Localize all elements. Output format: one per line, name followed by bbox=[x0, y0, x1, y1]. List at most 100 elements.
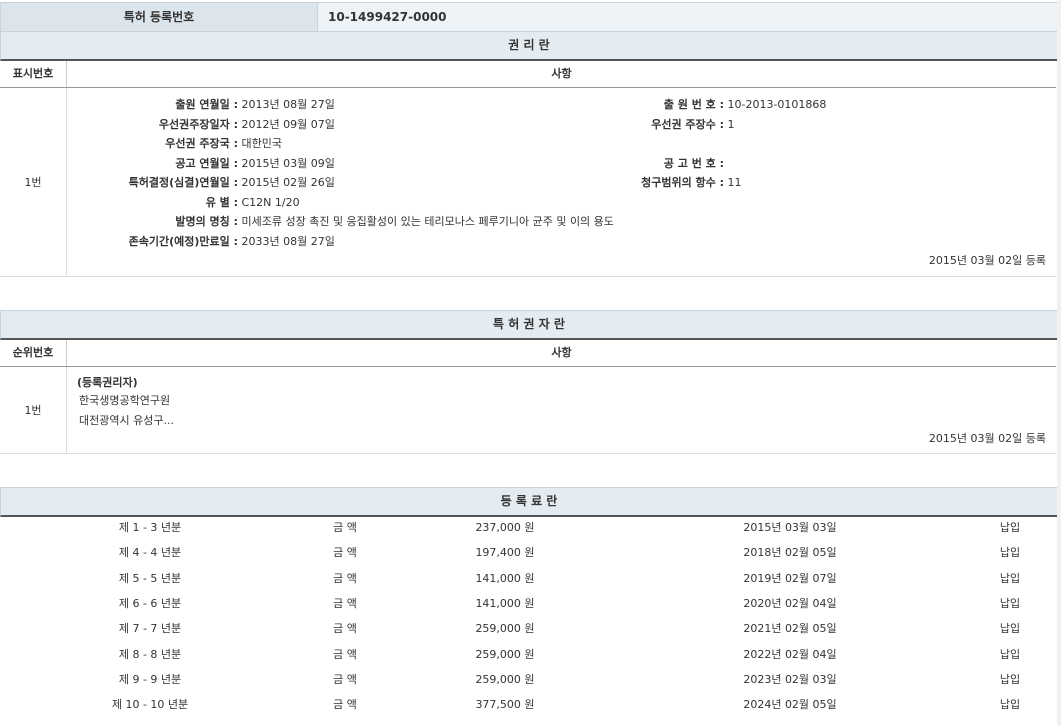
field-value: 2033년 08월 27일 bbox=[238, 235, 335, 248]
registration-number-label: 특허 등록번호 bbox=[1, 3, 318, 31]
rights-field: 청구범위의 항수 : 11 bbox=[564, 174, 742, 190]
holders-col-item: 사항 bbox=[67, 340, 1056, 366]
rights-field: 우선권 주장국 : 대한민국 bbox=[66, 135, 282, 151]
fee-term: 제 7 - 7 년분 bbox=[60, 616, 240, 641]
holder-role: (등록권리자) bbox=[77, 374, 138, 390]
fee-date: 2020년 02월 04일 bbox=[700, 591, 880, 616]
field-value: C12N 1/20 bbox=[238, 196, 300, 209]
holders-col-number: 순위번호 bbox=[0, 340, 67, 366]
fee-amount-label: 금 액 bbox=[300, 515, 390, 540]
rights-field: 특허결정(심결)연월일 : 2015년 02월 26일 bbox=[66, 174, 335, 190]
rights-field: 존속기간(예정)만료일 : 2033년 08월 27일 bbox=[66, 233, 335, 249]
fee-row: 제 5 - 5 년분금 액141,000 원2019년 02월 07일납입 bbox=[0, 566, 1056, 591]
field-label: 우선권주장일자 : bbox=[66, 116, 238, 132]
fee-row: 제 8 - 8 년분금 액259,000 원2022년 02월 04일납입 bbox=[0, 642, 1056, 667]
fee-date: 2024년 02월 05일 bbox=[700, 692, 880, 717]
fee-amount-label: 금 액 bbox=[300, 692, 390, 717]
rights-field: 공 고 번 호 : bbox=[564, 155, 724, 171]
holder-address: 대전광역시 유성구... bbox=[79, 412, 174, 428]
fee-date: 2019년 02월 07일 bbox=[700, 566, 880, 591]
fee-amount-label: 금 액 bbox=[300, 642, 390, 667]
field-label: 출원 연월일 : bbox=[66, 96, 238, 112]
fee-term: 제 5 - 5 년분 bbox=[60, 566, 240, 591]
rights-row: 1번 2015년 03월 02일 등록 출원 연월일 : 2013년 08월 2… bbox=[0, 88, 1056, 277]
field-value: 1 bbox=[724, 118, 735, 131]
field-value: 2015년 02월 26일 bbox=[238, 176, 335, 189]
field-label: 청구범위의 항수 : bbox=[564, 174, 724, 190]
fee-status: 납입 bbox=[960, 515, 1060, 540]
registration-number-bar: 특허 등록번호 10-1499427-0000 bbox=[0, 2, 1058, 32]
fee-amount: 259,000 원 bbox=[440, 642, 570, 667]
fee-term: 제 4 - 4 년분 bbox=[60, 540, 240, 565]
fee-amount-label: 금 액 bbox=[300, 616, 390, 641]
fee-row: 제 7 - 7 년분금 액259,000 원2021년 02월 05일납입 bbox=[0, 616, 1056, 641]
field-label: 우선권 주장수 : bbox=[564, 116, 724, 132]
holder-name: 한국생명공학연구원 bbox=[79, 392, 170, 408]
rights-field: 공고 연월일 : 2015년 03월 09일 bbox=[66, 155, 335, 171]
field-value: 미세조류 성장 촉진 및 응집활성이 있는 테리모나스 페루기니아 균주 및 이… bbox=[238, 215, 614, 228]
fee-term: 제 1 - 3 년분 bbox=[60, 515, 240, 540]
fee-status: 납입 bbox=[960, 642, 1060, 667]
fee-status: 납입 bbox=[960, 591, 1060, 616]
fee-row: 제 1 - 3 년분금 액237,000 원2015년 03월 03일납입 bbox=[0, 515, 1056, 540]
fee-status: 납입 bbox=[960, 540, 1060, 565]
fee-status: 납입 bbox=[960, 566, 1060, 591]
field-label: 유 별 : bbox=[66, 194, 238, 210]
fee-status: 납입 bbox=[960, 667, 1060, 692]
field-value: 10-2013-0101868 bbox=[724, 98, 826, 111]
rights-field: 출원 연월일 : 2013년 08월 27일 bbox=[66, 96, 335, 112]
rights-field: 발명의 명칭 : 미세조류 성장 촉진 및 응집활성이 있는 테리모나스 페루기… bbox=[66, 213, 614, 229]
field-label: 존속기간(예정)만료일 : bbox=[66, 233, 238, 249]
fee-row: 제 4 - 4 년분금 액197,400 원2018년 02월 05일납입 bbox=[0, 540, 1056, 565]
fee-row: 제 10 - 10 년분금 액377,500 원2024년 02월 05일납입 bbox=[0, 692, 1056, 717]
holders-column-header: 순위번호 사항 bbox=[0, 340, 1056, 367]
fee-term: 제 8 - 8 년분 bbox=[60, 642, 240, 667]
field-label: 출 원 번 호 : bbox=[564, 96, 724, 112]
fee-date: 2015년 03월 03일 bbox=[700, 515, 880, 540]
field-value: 2015년 03월 09일 bbox=[238, 157, 335, 170]
field-value: 11 bbox=[724, 176, 742, 189]
fee-amount-label: 금 액 bbox=[300, 566, 390, 591]
holders-row-number: 1번 bbox=[0, 367, 67, 453]
fee-status: 납입 bbox=[960, 692, 1060, 717]
rights-col-item: 사항 bbox=[67, 61, 1056, 87]
fee-amount: 259,000 원 bbox=[440, 667, 570, 692]
fee-amount: 141,000 원 bbox=[440, 566, 570, 591]
scrollbar[interactable] bbox=[1057, 0, 1061, 726]
rights-field: 우선권 주장수 : 1 bbox=[564, 116, 735, 132]
fee-date: 2023년 02월 03일 bbox=[700, 667, 880, 692]
field-label: 발명의 명칭 : bbox=[66, 213, 238, 229]
registration-number-value: 10-1499427-0000 bbox=[328, 3, 447, 31]
holders-registration-date: 2015년 03월 02일 등록 bbox=[929, 430, 1046, 446]
fee-amount: 377,500 원 bbox=[440, 692, 570, 717]
fee-date: 2018년 02월 05일 bbox=[700, 540, 880, 565]
field-label: 공 고 번 호 : bbox=[564, 155, 724, 171]
field-label: 우선권 주장국 : bbox=[66, 135, 238, 151]
fee-amount: 141,000 원 bbox=[440, 591, 570, 616]
holders-row: 1번 (등록권리자) 한국생명공학연구원 대전광역시 유성구... 2015년 … bbox=[0, 367, 1056, 454]
rights-field: 우선권주장일자 : 2012년 09월 07일 bbox=[66, 116, 335, 132]
fee-date: 2021년 02월 05일 bbox=[700, 616, 880, 641]
rights-col-number: 표시번호 bbox=[0, 61, 67, 87]
rights-registration-date: 2015년 03월 02일 등록 bbox=[929, 252, 1046, 268]
rights-column-header: 표시번호 사항 bbox=[0, 61, 1056, 88]
fee-status: 납입 bbox=[960, 616, 1060, 641]
rights-section-title: 권 리 란 bbox=[0, 31, 1058, 61]
holders-section-title: 특 허 권 자 란 bbox=[0, 310, 1058, 340]
fee-amount-label: 금 액 bbox=[300, 591, 390, 616]
fee-amount: 237,000 원 bbox=[440, 515, 570, 540]
rights-field: 출 원 번 호 : 10-2013-0101868 bbox=[564, 96, 826, 112]
fee-amount: 197,400 원 bbox=[440, 540, 570, 565]
field-label: 공고 연월일 : bbox=[66, 155, 238, 171]
field-value: 2013년 08월 27일 bbox=[238, 98, 335, 111]
field-value: 2012년 09월 07일 bbox=[238, 118, 335, 131]
fee-amount-label: 금 액 bbox=[300, 540, 390, 565]
fee-amount: 259,000 원 bbox=[440, 616, 570, 641]
rights-row-number: 1번 bbox=[0, 88, 67, 276]
fee-term: 제 10 - 10 년분 bbox=[60, 692, 240, 717]
fee-row: 제 6 - 6 년분금 액141,000 원2020년 02월 04일납입 bbox=[0, 591, 1056, 616]
fee-row: 제 9 - 9 년분금 액259,000 원2023년 02월 03일납입 bbox=[0, 667, 1056, 692]
fee-term: 제 6 - 6 년분 bbox=[60, 591, 240, 616]
field-value: 대한민국 bbox=[238, 137, 282, 150]
rights-field: 유 별 : C12N 1/20 bbox=[66, 194, 300, 210]
